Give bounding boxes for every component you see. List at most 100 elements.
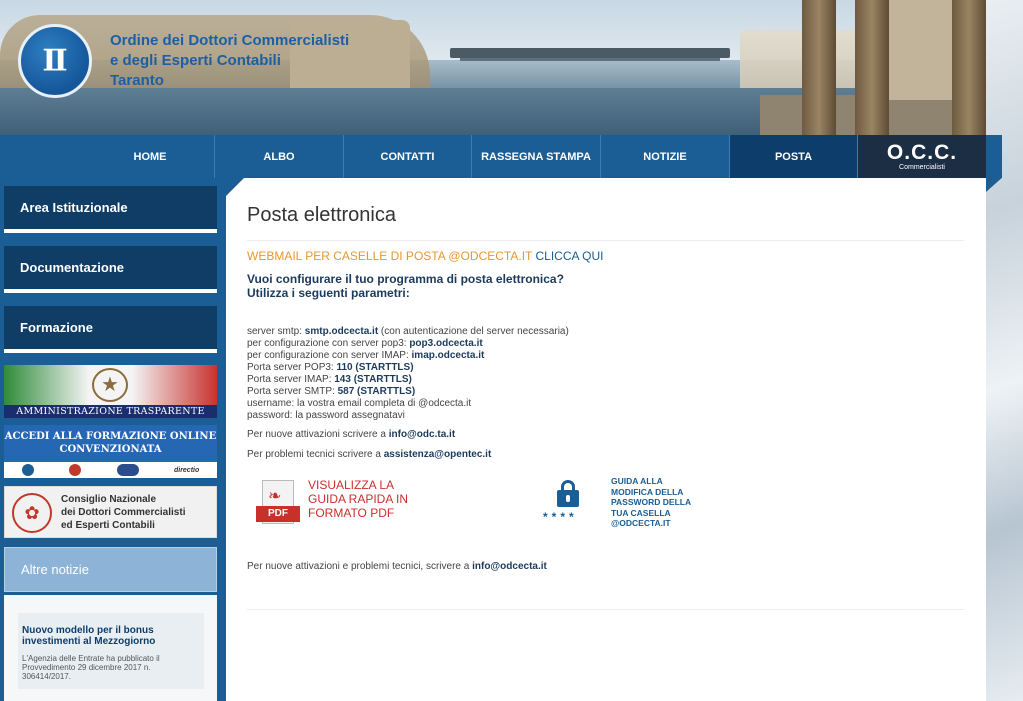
header-bridge-image	[450, 48, 730, 58]
webmail-text: WEBMAIL PER CASELLE DI POSTA @ODCECTA.IT	[247, 249, 533, 263]
banner-cn-text: Consiglio Nazionale dei Dottori Commerci…	[61, 493, 185, 532]
param-row: Porta server IMAP: 143 (STARTTLS)	[247, 374, 569, 386]
param-label: Porta server IMAP:	[247, 374, 335, 385]
contact-problemi: Per problemi tecnici scrivere a assisten…	[247, 449, 491, 460]
param-value: pop3.odcecta.it	[409, 338, 483, 349]
config-params: server smtp: smtp.odcecta.it (con autent…	[247, 326, 569, 422]
occ-title: O.C.C.	[886, 140, 958, 164]
param-row: password: la password assegnatavi	[247, 410, 569, 422]
question-line2: Utilizza i seguenti parametri:	[247, 286, 410, 300]
param-label: password: la password assegnatavi	[247, 410, 405, 421]
contact-attivazioni: Per nuove attivazioni scrivere a info@od…	[247, 429, 455, 440]
pdf-icon: ❧ PDF	[256, 478, 300, 526]
param-value: imap.odcecta.it	[411, 350, 485, 361]
banner-amm-label: AMMINISTRAZIONE TRASPARENTE	[4, 405, 217, 418]
nav-item-rassegna-stampa[interactable]: RASSEGNA STAMPA	[472, 135, 601, 178]
footer-label: Per nuove attivazioni e problemi tecnici…	[247, 561, 473, 572]
question-line1: Vuoi configurare il tuo programma di pos…	[247, 272, 564, 286]
param-row: Porta server SMTP: 587 (STARTTLS)	[247, 386, 569, 398]
nav-item-albo[interactable]: ALBO	[215, 135, 344, 178]
directio-logo: directio	[173, 466, 200, 474]
param-label: per configurazione con server IMAP:	[247, 350, 412, 361]
param-row: username: la vostra email completa di @o…	[247, 398, 569, 410]
news-box: Nuovo modello per il bonus investimenti …	[4, 595, 217, 701]
guide-link-text: GUIDA ALLA MODIFICA DELLA PASSWORD DELLA…	[611, 476, 691, 528]
param-label: per configurazione con server pop3:	[247, 338, 410, 349]
header-column-left	[802, 0, 836, 135]
cndcec-logo-icon	[69, 464, 82, 476]
nav-item-contatti[interactable]: CONTATTI	[344, 135, 472, 178]
param-value: smtp.odcecta.it	[304, 326, 379, 337]
lock-icon: ****	[543, 476, 595, 528]
banner-cn-line2: dei Dottori Commercialisti	[61, 507, 186, 518]
pdf-badge: PDF	[256, 506, 300, 522]
news-item-title[interactable]: Nuovo modello per il bonus investimenti …	[22, 625, 197, 647]
param-row: per configurazione con server IMAP: imap…	[247, 350, 569, 362]
param-label: server smtp:	[247, 326, 305, 337]
param-label: username: la vostra email completa di @o…	[247, 398, 472, 409]
webmail-line: WEBMAIL PER CASELLE DI POSTA @ODCECTA.IT…	[247, 249, 604, 263]
page-background-right	[986, 0, 1023, 701]
banner-amministrazione-trasparente[interactable]: ★ AMMINISTRAZIONE TRASPARENTE	[4, 365, 217, 418]
odcec-logo-icon	[21, 464, 34, 476]
banner-form-text: ACCEDI ALLA FORMAZIONE ONLINE CONVENZION…	[4, 425, 217, 462]
sidebar: Area Istituzionale Documentazione Formaz…	[0, 178, 226, 701]
news-item-body: L'Agenzia delle Entrate ha pubblicato il…	[22, 654, 160, 681]
footer-divider	[247, 609, 964, 610]
header-column-edge	[952, 0, 986, 135]
banner-formazione-online[interactable]: ACCEDI ALLA FORMAZIONE ONLINE CONVENZION…	[4, 425, 217, 478]
banner-cn-line3: ed Esperti Contabili	[61, 520, 155, 531]
logo-columns-icon: Ⅱ	[42, 43, 68, 79]
org-name-line1: Ordine dei Dottori Commercialisti	[110, 32, 350, 49]
header-townhouse	[880, 0, 955, 100]
sidebar-item-formazione[interactable]: Formazione	[4, 306, 217, 353]
banner-form-line1: ACCEDI ALLA FORMAZIONE ONLINE	[4, 431, 217, 442]
page-title: Posta elettronica	[247, 204, 396, 226]
param-value: 587 (STARTTLS)	[337, 386, 416, 397]
param-row: server smtp: smtp.odcecta.it (con autent…	[247, 326, 569, 338]
banner-cn-line1: Consiglio Nazionale	[61, 494, 157, 505]
nav-item-posta[interactable]: POSTA	[730, 135, 858, 178]
problemi-label: Per problemi tecnici scrivere a	[247, 449, 384, 460]
param-row: per configurazione con server pop3: pop3…	[247, 338, 569, 350]
pdf-guide-link[interactable]: ❧ PDF VISUALIZZA LA GUIDA RAPIDA IN FORM…	[256, 478, 418, 526]
nav-occ-button[interactable]: O.C.C. Commercialisti	[858, 135, 986, 178]
password-guide-link[interactable]: **** GUIDA ALLA MODIFICA DELLA PASSWORD …	[543, 476, 701, 529]
altre-notizie-button[interactable]: Altre notizie	[4, 547, 217, 592]
banner-form-line2: CONVENZIONATA	[59, 444, 162, 455]
sidebar-item-documentazione[interactable]: Documentazione	[4, 246, 217, 293]
title-divider	[247, 240, 964, 241]
org-name-line3: Taranto	[110, 72, 164, 89]
org-name-line2: e degli Esperti Contabili	[110, 52, 281, 69]
webmail-link[interactable]: CLICCA QUI	[535, 249, 603, 263]
attivazioni-email-link[interactable]: info@odc.ta.it	[389, 429, 455, 440]
password-stars: ****	[543, 510, 578, 524]
param-label: Porta server POP3:	[247, 362, 337, 373]
occ-subtitle: Commercialisti	[899, 163, 945, 171]
nav-item-home[interactable]: HOME	[86, 135, 215, 178]
main-nav: HOME ALBO CONTATTI RASSEGNA STAMPA NOTIZ…	[0, 135, 1002, 178]
pdf-swoosh-glyph: ❧	[268, 488, 282, 505]
site-logo[interactable]: Ⅱ	[18, 24, 92, 98]
sidebar-item-area-istituzionale[interactable]: Area Istituzionale	[4, 186, 217, 233]
config-question: Vuoi configurare il tuo programma di pos…	[247, 272, 564, 300]
italian-emblem-icon: ★	[92, 368, 128, 402]
param-label: Porta server SMTP:	[247, 386, 338, 397]
param-value: 110 (STARTTLS)	[336, 362, 414, 373]
org-name: Ordine dei Dottori Commercialisti e degl…	[110, 31, 349, 91]
param-row: Porta server POP3: 110 (STARTTLS)	[247, 362, 569, 374]
site-header: Ⅱ Ordine dei Dottori Commercialisti e de…	[0, 0, 986, 135]
footer-contact: Per nuove attivazioni e problemi tecnici…	[247, 561, 547, 572]
nav-item-notizie[interactable]: NOTIZIE	[601, 135, 730, 178]
param-suffix: (con autenticazione del server necessari…	[378, 326, 569, 337]
banner-consiglio-nazionale[interactable]: ✿ Consiglio Nazionale dei Dottori Commer…	[4, 486, 217, 538]
cndcec-seal-icon: ✿	[12, 493, 52, 533]
header-bridge-rail	[460, 58, 720, 61]
partner-logo-icon	[116, 464, 139, 476]
problemi-email-link[interactable]: assistenza@opentec.it	[384, 449, 492, 460]
pdf-link-text: VISUALIZZA LA GUIDA RAPIDA IN FORMATO PD…	[308, 478, 409, 520]
footer-email-link[interactable]: info@odcecta.it	[472, 561, 547, 572]
banner-form-logos: directio	[4, 462, 217, 478]
param-value: 143 (STARTTLS)	[334, 374, 412, 385]
lock-keyhole	[566, 495, 570, 502]
